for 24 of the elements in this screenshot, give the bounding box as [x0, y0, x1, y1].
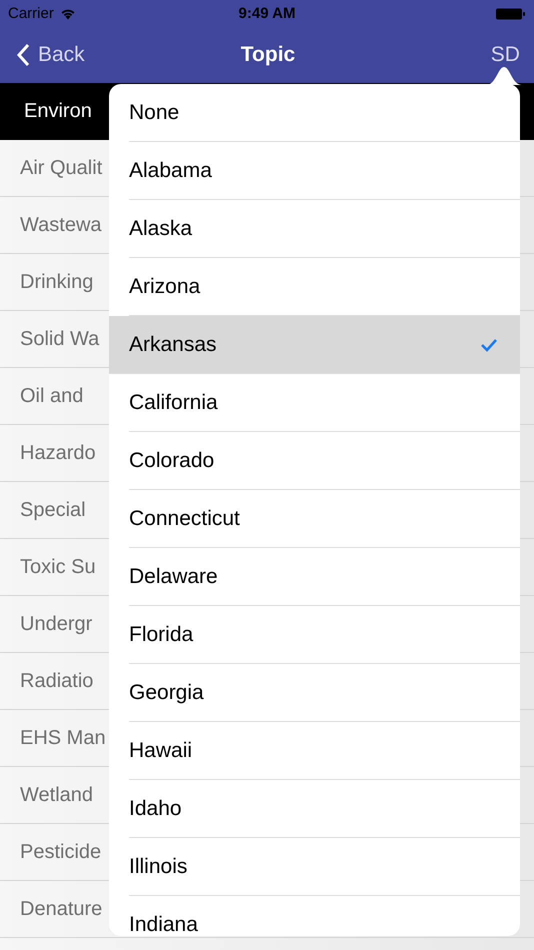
state-option[interactable]: Hawaii [129, 722, 520, 780]
state-option[interactable]: Connecticut [129, 490, 520, 548]
chevron-left-icon [16, 43, 30, 67]
state-option[interactable]: California [129, 374, 520, 432]
state-option[interactable]: Delaware [129, 548, 520, 606]
checkmark-icon [480, 338, 498, 352]
back-label: Back [38, 43, 85, 67]
state-option[interactable]: Colorado [129, 432, 520, 490]
state-option[interactable]: Illinois [129, 838, 520, 896]
state-button[interactable]: SD [410, 43, 520, 67]
state-option[interactable]: Alabama [129, 142, 520, 200]
carrier-label: Carrier [8, 5, 54, 22]
battery-icon [496, 8, 526, 20]
state-option[interactable]: Idaho [129, 780, 520, 838]
state-option[interactable]: Alaska [129, 200, 520, 258]
state-option[interactable]: Florida [129, 606, 520, 664]
nav-title: Topic [240, 43, 296, 67]
state-option[interactable]: None [129, 84, 520, 142]
status-time: 9:49 AM [238, 5, 296, 22]
state-option[interactable]: Georgia [129, 664, 520, 722]
state-option[interactable]: Arkansas [109, 316, 520, 374]
back-button[interactable]: Back [16, 43, 126, 67]
state-option[interactable]: Indiana [129, 896, 520, 936]
wifi-icon [60, 8, 76, 20]
